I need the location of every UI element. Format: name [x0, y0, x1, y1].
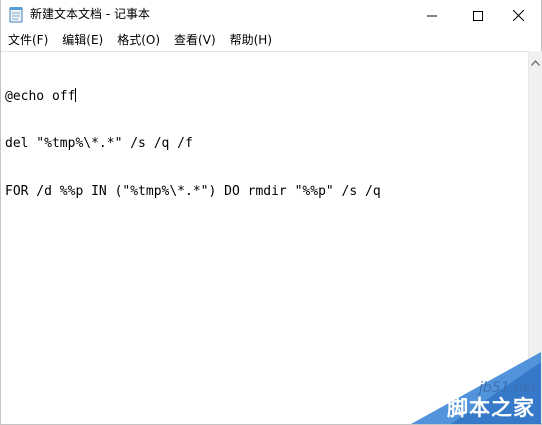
menu-help[interactable]: 帮助(H) — [223, 31, 279, 50]
window-title: 新建文本文档 - 记事本 — [30, 7, 150, 21]
title-bar[interactable]: 新建文本文档 - 记事本 — [1, 0, 541, 30]
notepad-icon — [9, 6, 23, 23]
menu-file[interactable]: 文件(F) — [1, 31, 55, 50]
menu-view[interactable]: 查看(V) — [167, 31, 223, 50]
close-icon — [512, 6, 524, 25]
menu-edit[interactable]: 编辑(E) — [55, 31, 110, 50]
minimize-icon — [427, 6, 437, 25]
text-caret — [75, 88, 77, 102]
maximize-icon — [473, 6, 483, 25]
watermark: jb51.net 脚本之家 — [391, 352, 541, 424]
editor-line: del "%tmp%\*.*" /s /q /f — [5, 136, 193, 151]
editor-line: @echo off — [5, 88, 77, 104]
watermark-brand: 脚本之家 — [447, 396, 535, 420]
editor-line: FOR /d %%p IN ("%tmp%\*.*") DO rmdir "%%… — [5, 184, 381, 199]
editor-text[interactable]: @echo off del "%tmp%\*.*" /s /q /f FOR /… — [5, 56, 381, 232]
menu-bar: 文件(F) 编辑(E) 格式(O) 查看(V) 帮助(H) — [1, 30, 541, 51]
close-button[interactable] — [495, 0, 541, 30]
minimize-button[interactable] — [409, 0, 455, 30]
scroll-up-button[interactable] — [529, 53, 542, 67]
menu-format[interactable]: 格式(O) — [110, 31, 167, 50]
notepad-window: 新建文本文档 - 记事本 文件(F) 编辑(E) 格式(O) 查看(V) 帮助(… — [0, 0, 542, 425]
chevron-up-icon — [531, 51, 540, 70]
